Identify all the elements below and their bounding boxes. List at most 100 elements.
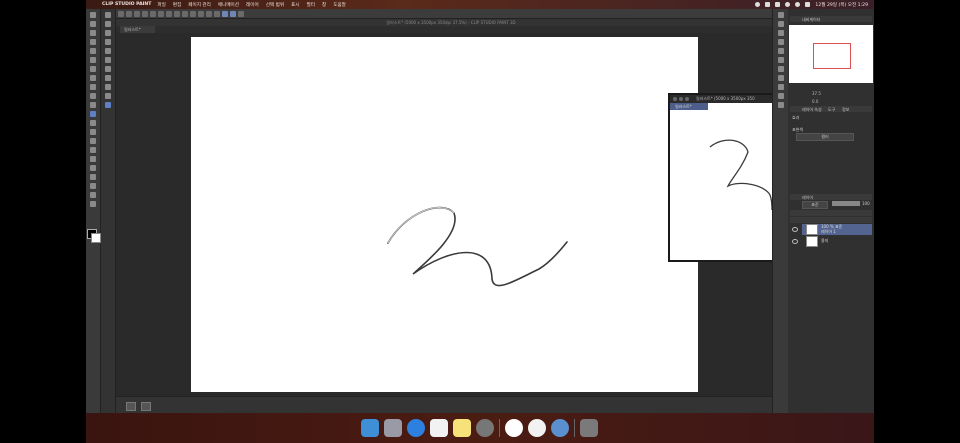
menu-help[interactable]: 도움말 xyxy=(333,2,346,8)
correct-line-icon[interactable] xyxy=(90,201,96,207)
tab-tool[interactable]: 도구 xyxy=(828,107,835,113)
snap-ruler-icon[interactable] xyxy=(214,10,220,17)
notes-icon[interactable] xyxy=(452,419,471,437)
brush-icon[interactable] xyxy=(90,93,96,99)
tab-layer-property[interactable]: 레이어 속성 xyxy=(802,107,822,113)
item-bank-icon[interactable] xyxy=(778,39,784,45)
tab-info[interactable]: 정보 xyxy=(842,107,849,113)
balloon-icon[interactable] xyxy=(90,192,96,198)
photos-icon[interactable] xyxy=(429,419,448,437)
pencil-icon[interactable] xyxy=(90,84,96,90)
redo-icon[interactable] xyxy=(150,10,156,17)
auto-select-icon[interactable] xyxy=(90,57,96,63)
layer-1-eye-icon[interactable] xyxy=(792,227,798,232)
blend-mode-select[interactable]: 표준 xyxy=(802,201,828,209)
zoom-value[interactable]: 37.5 xyxy=(812,91,821,96)
battery-icon[interactable] xyxy=(775,2,781,7)
expression-select[interactable]: 컬러 xyxy=(796,133,854,141)
maximize-icon[interactable] xyxy=(685,97,689,101)
wifi-icon[interactable] xyxy=(785,2,791,7)
save-icon[interactable] xyxy=(134,10,140,17)
color-wheel-icon[interactable] xyxy=(778,75,784,81)
menu-clock[interactable]: 12월 29일 (목) 오전 1:29 xyxy=(815,2,868,8)
menu-filter[interactable]: 필터 xyxy=(307,2,315,8)
decoration-icon[interactable] xyxy=(90,111,96,117)
subtool-10-icon[interactable] xyxy=(105,93,111,99)
paper-eye-icon[interactable] xyxy=(792,239,798,244)
open-icon[interactable] xyxy=(126,10,132,17)
trash-icon[interactable] xyxy=(579,419,598,437)
history-icon[interactable] xyxy=(778,48,784,54)
opacity-slider[interactable] xyxy=(832,201,860,206)
app-menu[interactable]: CLIP STUDIO PAINT xyxy=(102,2,151,7)
minimize-icon[interactable] xyxy=(679,97,683,101)
subtool-11-icon[interactable] xyxy=(105,102,111,108)
move-icon[interactable] xyxy=(90,21,96,27)
menu-selection[interactable]: 선택 범위 xyxy=(266,2,284,8)
menu-file[interactable]: 파일 xyxy=(157,2,165,8)
layer-search-icon[interactable] xyxy=(778,102,784,108)
menu-view[interactable]: 표시 xyxy=(291,2,299,8)
navigator-icon[interactable] xyxy=(778,12,784,18)
clear-icon[interactable] xyxy=(158,10,164,17)
subtool-8-icon[interactable] xyxy=(105,75,111,81)
tab-illustration[interactable]: 일러스트* xyxy=(120,26,155,33)
system-settings-icon[interactable] xyxy=(475,419,494,437)
menu-window[interactable]: 창 xyxy=(322,2,326,8)
eyedropper-icon[interactable] xyxy=(90,66,96,72)
navigator-preview[interactable] xyxy=(789,25,873,83)
menu-edit[interactable]: 편집 xyxy=(173,2,181,8)
fill-tool-icon[interactable] xyxy=(90,138,96,144)
sub-view-window[interactable]: 일러스트* (5000 x 3500px 350 일러스트* xyxy=(668,93,774,262)
clip-studio-icon[interactable] xyxy=(527,419,546,437)
word-icon[interactable] xyxy=(504,419,523,437)
figure-icon[interactable] xyxy=(90,156,96,162)
snap-special-ruler-icon[interactable] xyxy=(222,10,228,17)
preview-icon[interactable] xyxy=(550,419,569,437)
undo-icon[interactable] xyxy=(142,10,148,17)
text-icon[interactable] xyxy=(90,183,96,189)
close-icon[interactable] xyxy=(673,97,677,101)
new-icon[interactable] xyxy=(118,10,124,17)
eraser-icon[interactable] xyxy=(90,120,96,126)
crop-icon[interactable] xyxy=(198,10,204,17)
canvas-left-btn[interactable] xyxy=(126,402,136,411)
frame-icon[interactable] xyxy=(90,165,96,171)
deselect-icon[interactable] xyxy=(182,10,188,17)
search-icon[interactable] xyxy=(795,2,801,7)
menu-layer[interactable]: 레이어 xyxy=(246,2,259,8)
canvas-paper[interactable] xyxy=(191,37,698,392)
zoom-icon[interactable] xyxy=(90,12,96,18)
invert-selection-icon[interactable] xyxy=(190,10,196,17)
snap-icon[interactable] xyxy=(206,10,212,17)
settings-icon[interactable] xyxy=(238,10,244,17)
navigator-frame[interactable] xyxy=(813,43,851,69)
safari-icon[interactable] xyxy=(406,419,425,437)
blend-icon[interactable] xyxy=(90,129,96,135)
menu-animation[interactable]: 애니메이션 xyxy=(218,2,239,8)
subtool-5-icon[interactable] xyxy=(105,48,111,54)
brush-size-icon[interactable] xyxy=(778,66,784,72)
canvas-right-btn[interactable] xyxy=(141,402,151,411)
pen-icon[interactable] xyxy=(90,75,96,81)
fill-icon[interactable] xyxy=(166,10,172,17)
gradient-icon[interactable] xyxy=(90,147,96,153)
subtool-7-icon[interactable] xyxy=(105,66,111,72)
subtool-4-icon[interactable] xyxy=(105,39,111,45)
move-layer-icon[interactable] xyxy=(90,39,96,45)
info-icon[interactable] xyxy=(778,30,784,36)
material-icon[interactable] xyxy=(778,93,784,99)
subtool-3-icon[interactable] xyxy=(105,30,111,36)
menu-page[interactable]: 페이지 관리 xyxy=(188,2,211,8)
subtool-1-icon[interactable] xyxy=(105,12,111,18)
transform-icon[interactable] xyxy=(174,10,180,17)
sub-color[interactable] xyxy=(91,233,101,243)
airbrush-icon[interactable] xyxy=(90,102,96,108)
finder-icon[interactable] xyxy=(360,419,379,437)
snap-grid-icon[interactable] xyxy=(230,10,236,17)
control-center-icon[interactable] xyxy=(805,2,811,7)
subtool-2-icon[interactable] xyxy=(105,21,111,27)
record-icon[interactable] xyxy=(755,2,761,7)
opacity-value[interactable]: 100 xyxy=(862,201,870,206)
color-set-icon[interactable] xyxy=(778,84,784,90)
